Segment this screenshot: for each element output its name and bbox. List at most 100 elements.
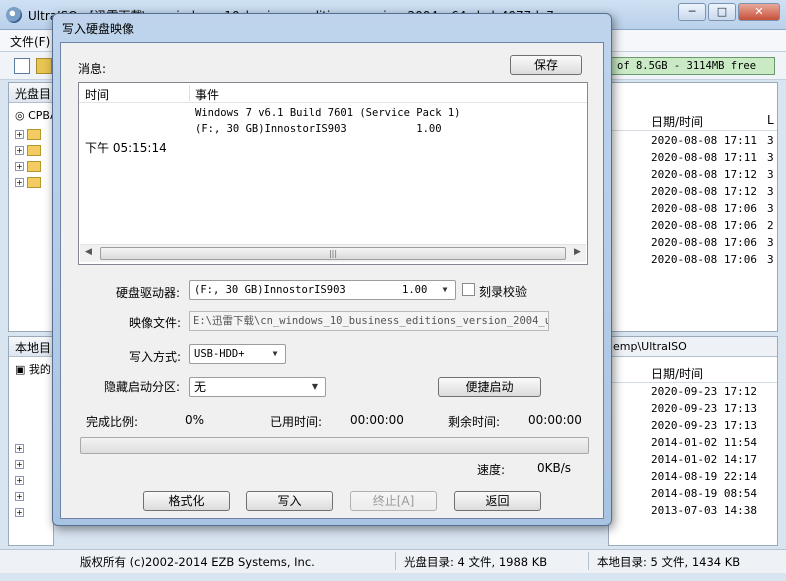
expand-icon[interactable]: + xyxy=(15,129,24,139)
save-button[interactable]: 保存 xyxy=(510,55,582,75)
list-item[interactable]: 2020-09-23 17:12 xyxy=(651,385,757,402)
disk-drive-version: 1.00 xyxy=(402,284,428,296)
tree-item[interactable]: + xyxy=(15,441,24,454)
menu-file[interactable]: 文件(F) xyxy=(10,33,50,50)
expand-icon[interactable]: + xyxy=(15,459,24,469)
list-item[interactable]: 2020-08-08 17:12 3 xyxy=(651,185,774,202)
messages-label: 消息: xyxy=(78,62,107,76)
column-date[interactable]: 日期/时间 xyxy=(651,365,703,382)
tree-item[interactable]: + xyxy=(15,175,41,188)
ultraiso-app-icon xyxy=(6,7,22,23)
image-file-field[interactable]: E:\迅雷下载\cn_windows_10_business_editions_… xyxy=(189,311,549,331)
column-event[interactable]: 事件 xyxy=(195,86,219,103)
list-item[interactable]: 2014-08-19 22:14 xyxy=(651,470,757,487)
dialog-body: 消息: 保存 时间 事件 下午 05:15:14 Windows 7 v6.1 … xyxy=(60,42,604,519)
write-progress-bar xyxy=(80,437,589,454)
close-button[interactable]: ✕ xyxy=(738,3,780,21)
message-event-line: Windows 7 v6.1 Build 7601 (Service Pack … xyxy=(195,107,461,119)
elapsed-value: 00:00:00 xyxy=(350,413,404,427)
list-item[interactable]: 2020-08-08 17:11 3 xyxy=(651,151,774,168)
expand-icon[interactable]: + xyxy=(15,145,24,155)
expand-icon[interactable]: + xyxy=(15,507,24,517)
tree-root[interactable]: ▣ 我的 xyxy=(15,361,51,377)
column-date[interactable]: 日期/时间 xyxy=(651,113,703,130)
expand-icon[interactable]: + xyxy=(15,443,24,453)
elapsed-label: 已用时间: xyxy=(270,415,323,429)
message-log: 时间 事件 下午 05:15:14 Windows 7 v6.1 Build 7… xyxy=(78,82,588,265)
list-item[interactable]: 2014-01-02 11:54 xyxy=(651,436,757,453)
disk-drive-label: 硬盘驱动器: xyxy=(116,286,181,300)
write-button[interactable]: 写入 xyxy=(246,491,333,511)
expand-icon[interactable]: + xyxy=(15,491,24,501)
status-divider xyxy=(588,552,589,570)
disk-drive-select[interactable]: (F:, 30 GB)InnostorIS903 1.00 ▼ xyxy=(189,280,456,300)
scroll-thumb[interactable]: ||| xyxy=(100,247,566,260)
hidden-boot-select[interactable]: 无 ▼ xyxy=(189,377,326,397)
scroll-left-icon[interactable]: ◀ xyxy=(85,247,92,257)
list-item[interactable]: 2020-08-08 17:12 3 xyxy=(651,168,774,185)
column-separator xyxy=(189,85,190,101)
tree-item[interactable]: + xyxy=(15,159,41,172)
hidden-boot-value: 无 xyxy=(194,380,207,394)
tree-item[interactable]: + xyxy=(15,505,24,518)
write-method-label: 写入方式: xyxy=(129,350,182,364)
chevron-down-icon: ▼ xyxy=(272,349,278,358)
open-folder-icon[interactable] xyxy=(36,58,52,74)
local-file-list: emp\UltraISO 日期/时间 2020-09-23 17:12 2020… xyxy=(608,336,778,546)
message-event-line: (F:, 30 GB)InnostorIS903 1.00 xyxy=(195,123,442,135)
list-item[interactable]: 2014-01-02 14:17 xyxy=(651,453,757,470)
statusbar: 版权所有 (c)2002-2014 EZB Systems, Inc. 光盘目录… xyxy=(0,549,786,573)
completion-value: 0% xyxy=(185,413,205,427)
completion-label: 完成比例: xyxy=(86,415,139,429)
tree-item[interactable]: + xyxy=(15,473,24,486)
new-file-icon[interactable] xyxy=(14,58,30,74)
list-item[interactable]: 2014-08-19 08:54 xyxy=(651,487,757,504)
list-item[interactable]: 2020-09-23 17:13 xyxy=(651,419,757,436)
computer-icon: ▣ xyxy=(15,363,26,376)
list-item[interactable]: 2020-08-08 17:06 3 xyxy=(651,236,774,253)
tree-item[interactable]: + xyxy=(15,143,41,156)
message-event: Windows 7 v6.1 Build 7601 (Service Pack … xyxy=(195,105,461,137)
column-time[interactable]: 时间 xyxy=(85,86,109,103)
image-file-label: 映像文件: xyxy=(129,316,182,330)
verify-checkbox[interactable] xyxy=(462,283,475,296)
tree-item[interactable]: + xyxy=(15,457,24,470)
speed-label: 速度: xyxy=(477,463,506,477)
list-item[interactable]: 2020-09-23 17:13 xyxy=(651,402,757,419)
expand-icon[interactable]: + xyxy=(15,475,24,485)
disc-file-list: 日期/时间 L 2020-08-08 17:11 3 2020-08-08 17:… xyxy=(608,82,778,332)
format-button[interactable]: 格式化 xyxy=(143,491,230,511)
hidden-boot-label: 隐藏启动分区: xyxy=(104,380,181,394)
minimize-button[interactable]: ─ xyxy=(678,3,706,21)
disc-date-list: 2020-08-08 17:11 3 2020-08-08 17:11 3 2020… xyxy=(651,134,774,270)
write-method-select[interactable]: USB-HDD+ ▼ xyxy=(189,344,286,364)
tree-root-label: 我的 xyxy=(28,363,51,376)
speed-value: 0KB/s xyxy=(537,461,572,475)
local-path[interactable]: emp\UltraISO xyxy=(609,337,777,357)
list-item[interactable]: 2020-08-08 17:06 3 xyxy=(651,253,774,270)
status-local-dir: 本地目录: 5 文件, 1434 KB xyxy=(597,555,741,569)
horizontal-scrollbar[interactable]: ◀ ||| ▶ xyxy=(80,244,586,262)
quick-boot-button[interactable]: 便捷启动 xyxy=(438,377,541,397)
disk-drive-value: (F:, 30 GB)InnostorIS903 xyxy=(194,284,346,296)
expand-icon[interactable]: + xyxy=(15,161,24,171)
verify-label[interactable]: 刻录校验 xyxy=(479,283,527,300)
abort-button[interactable]: 终止[A] xyxy=(350,491,437,511)
chevron-down-icon: ▼ xyxy=(311,382,319,391)
dialog-title: 写入硬盘映像 xyxy=(62,22,135,36)
expand-icon[interactable]: + xyxy=(15,177,24,187)
status-divider xyxy=(395,552,396,570)
tree-item[interactable]: + xyxy=(15,489,24,502)
maximize-button[interactable]: □ xyxy=(708,3,736,21)
folder-icon xyxy=(27,176,41,188)
scroll-right-icon[interactable]: ▶ xyxy=(574,247,581,257)
column-extra[interactable]: L xyxy=(767,113,774,127)
list-item[interactable]: 2020-08-08 17:11 3 xyxy=(651,134,774,151)
tree-item[interactable]: + xyxy=(15,127,41,140)
back-button[interactable]: 返回 xyxy=(454,491,541,511)
list-item[interactable]: 2020-08-08 17:06 3 xyxy=(651,202,774,219)
disc-size-bar: of 8.5GB - 3114MB free xyxy=(610,57,775,75)
list-item[interactable]: 2013-07-03 14:38 xyxy=(651,504,757,521)
remaining-label: 剩余时间: xyxy=(448,415,501,429)
list-item[interactable]: 2020-08-08 17:06 2 xyxy=(651,219,774,236)
